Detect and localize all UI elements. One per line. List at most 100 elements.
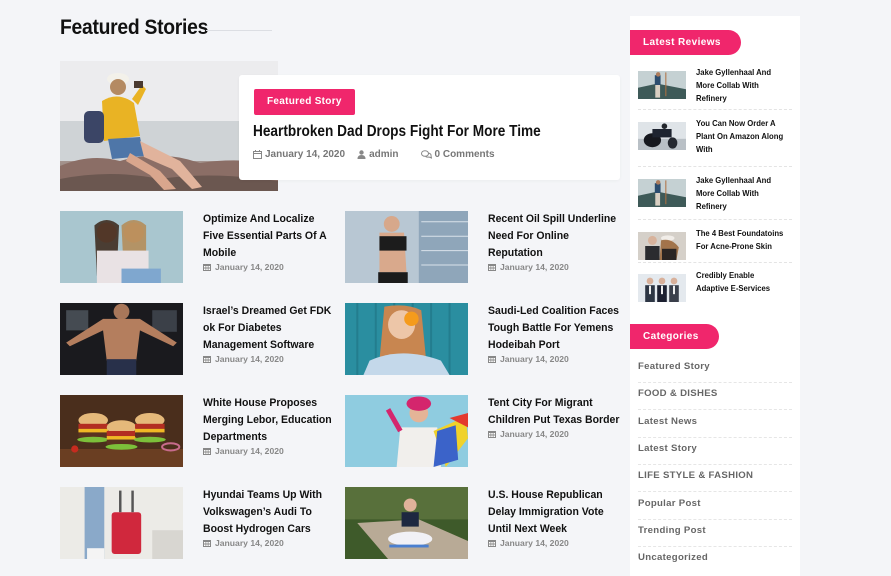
category-link[interactable]: LIFE STYLE & FASHION: [638, 470, 753, 481]
category-item[interactable]: Latest News: [638, 411, 792, 438]
featured-author-text: admin: [369, 149, 399, 160]
post-info: Recent Oil Spill Underline Need For Onli…: [488, 211, 623, 272]
review-title[interactable]: The 4 Best Foundatoins For Acne-Prone Sk…: [696, 227, 788, 253]
post-info: Optimize And Localize Five Essential Par…: [203, 211, 338, 272]
calendar-icon: [488, 263, 496, 271]
featured-date[interactable]: January 14, 2020: [253, 149, 345, 160]
calendar-icon: [488, 430, 496, 438]
review-thumbnail[interactable]: [638, 274, 686, 302]
post-title[interactable]: Saudi-Led Coalition Faces Tough Battle F…: [488, 303, 621, 354]
category-item[interactable]: Featured Story: [638, 356, 792, 383]
thumbnail-art: [60, 211, 183, 283]
review-item: Credibly Enable Adaptive E-Services: [638, 269, 792, 303]
post-title[interactable]: U.S. House Republican Delay Immigration …: [488, 487, 621, 538]
post-title[interactable]: Recent Oil Spill Underline Need For Onli…: [488, 211, 621, 262]
featured-author[interactable]: admin: [357, 149, 399, 160]
post-item: Israel’s Dreamed Get FDK ok For Diabetes…: [60, 303, 331, 379]
post-date[interactable]: January 14, 2020: [488, 354, 623, 364]
thumbnail-art: [638, 232, 686, 260]
post-info: Saudi-Led Coalition Faces Tough Battle F…: [488, 303, 623, 364]
comments-icon: [420, 150, 432, 159]
post-item: Recent Oil Spill Underline Need For Onli…: [345, 211, 616, 287]
post-thumbnail[interactable]: [345, 303, 468, 375]
post-title[interactable]: Tent City For Migrant Children Put Texas…: [488, 395, 621, 429]
post-date-text: January 14, 2020: [215, 262, 284, 272]
calendar-icon: [203, 263, 211, 271]
thumbnail-art: [638, 122, 686, 150]
post-date-text: January 14, 2020: [215, 446, 284, 456]
thumbnail-art: [60, 487, 183, 559]
featured-comments-text: 0 Comments: [434, 149, 495, 160]
category-item[interactable]: FOOD & DISHES: [638, 383, 792, 411]
calendar-icon: [488, 355, 496, 363]
post-date[interactable]: January 14, 2020: [203, 262, 338, 272]
calendar-icon: [203, 539, 211, 547]
post-date[interactable]: January 14, 2020: [488, 538, 623, 548]
category-link[interactable]: Popular Post: [638, 498, 701, 509]
category-link[interactable]: Latest News: [638, 416, 697, 427]
post-title[interactable]: Hyundai Teams Up With Volkswagen’s Audi …: [203, 487, 336, 538]
category-link[interactable]: FOOD & DISHES: [638, 388, 718, 399]
review-thumbnail[interactable]: [638, 232, 686, 260]
post-thumbnail[interactable]: [60, 395, 183, 467]
category-link[interactable]: Trending Post: [638, 525, 706, 536]
thumbnail-art: [60, 395, 183, 467]
user-icon: [357, 150, 366, 159]
review-thumbnail[interactable]: [638, 179, 686, 207]
post-item: Saudi-Led Coalition Faces Tough Battle F…: [345, 303, 619, 379]
thumbnail-art: [638, 71, 686, 99]
post-title[interactable]: White House Proposes Merging Lebor, Educ…: [203, 395, 336, 446]
review-thumbnail[interactable]: [638, 71, 686, 99]
post-thumbnail[interactable]: [60, 303, 183, 375]
thumbnail-art: [60, 303, 183, 375]
category-link[interactable]: Latest Story: [638, 443, 697, 454]
thumbnail-art: [345, 303, 468, 375]
review-item: You Can Now Order A Plant On Amazon Alon…: [638, 117, 792, 167]
post-title[interactable]: Optimize And Localize Five Essential Par…: [203, 211, 336, 262]
post-date[interactable]: January 14, 2020: [203, 354, 338, 364]
post-item: Optimize And Localize Five Essential Par…: [60, 211, 330, 287]
featured-headline[interactable]: Heartbroken Dad Drops Fight For More Tim…: [253, 123, 541, 141]
category-item[interactable]: LIFE STYLE & FASHION: [638, 465, 792, 493]
post-thumbnail[interactable]: [345, 211, 468, 283]
review-item: Jake Gyllenhaal And More Collab With Ref…: [638, 174, 792, 220]
latest-reviews-title: Latest Reviews: [630, 30, 741, 55]
post-thumbnail[interactable]: [345, 395, 468, 467]
post-thumbnail[interactable]: [345, 487, 468, 559]
post-item: U.S. House Republican Delay Immigration …: [345, 487, 615, 563]
review-title[interactable]: Jake Gyllenhaal And More Collab With Ref…: [696, 174, 788, 213]
category-item[interactable]: Uncategorized: [638, 547, 792, 574]
sidebar: Latest Reviews Jake Gyllenhaal And More …: [630, 16, 800, 576]
thumbnail-art: [345, 487, 468, 559]
review-title[interactable]: Jake Gyllenhaal And More Collab With Ref…: [696, 66, 788, 105]
category-item[interactable]: Latest Story: [638, 438, 792, 465]
post-date[interactable]: January 14, 2020: [488, 429, 623, 439]
category-link[interactable]: Featured Story: [638, 361, 710, 372]
title-divider: [206, 30, 272, 31]
thumbnail-art: [638, 274, 686, 302]
featured-category-badge[interactable]: Featured Story: [254, 89, 355, 115]
category-item[interactable]: Trending Post: [638, 520, 792, 547]
post-date-text: January 14, 2020: [500, 354, 569, 364]
calendar-icon: [488, 539, 496, 547]
post-title[interactable]: Israel’s Dreamed Get FDK ok For Diabetes…: [203, 303, 336, 354]
review-title[interactable]: Credibly Enable Adaptive E-Services: [696, 269, 788, 295]
post-date[interactable]: January 14, 2020: [203, 538, 338, 548]
featured-comments[interactable]: 0 Comments: [420, 149, 495, 160]
review-thumbnail[interactable]: [638, 122, 686, 150]
post-item: Hyundai Teams Up With Volkswagen’s Audi …: [60, 487, 330, 563]
post-item: Tent City For Migrant Children Put Texas…: [345, 395, 619, 471]
post-date[interactable]: January 14, 2020: [488, 262, 623, 272]
thumbnail-art: [345, 395, 468, 467]
calendar-icon: [203, 355, 211, 363]
post-date-text: January 14, 2020: [500, 538, 569, 548]
category-link[interactable]: Uncategorized: [638, 552, 708, 563]
thumbnail-art: [638, 179, 686, 207]
post-date[interactable]: January 14, 2020: [203, 446, 338, 456]
review-title[interactable]: You Can Now Order A Plant On Amazon Alon…: [696, 117, 788, 156]
category-item[interactable]: Popular Post: [638, 493, 792, 520]
post-thumbnail[interactable]: [60, 211, 183, 283]
post-thumbnail[interactable]: [60, 487, 183, 559]
review-item: The 4 Best Foundatoins For Acne-Prone Sk…: [638, 227, 792, 263]
thumbnail-art: [345, 211, 468, 283]
